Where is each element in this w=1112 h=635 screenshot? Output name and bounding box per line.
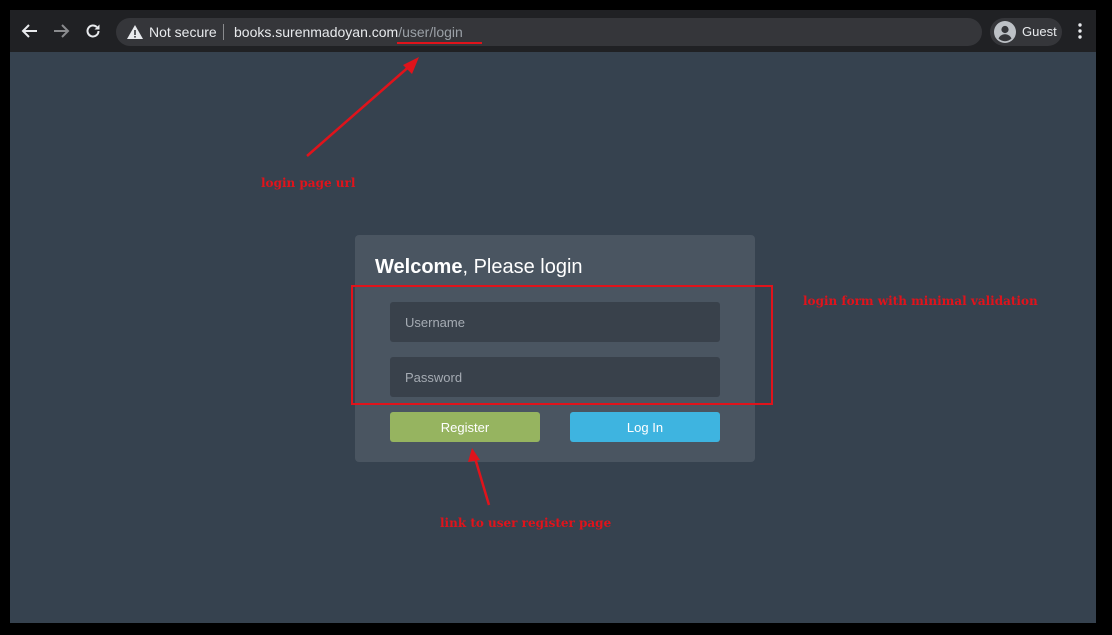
login-title-bold: Welcome [375,256,463,278]
forward-arrow-icon [54,24,70,38]
password-input[interactable] [390,357,720,397]
login-title-rest: , Please login [462,256,583,278]
reload-icon [86,24,100,38]
forward-button[interactable] [51,21,71,41]
register-annotation: link to user register page [440,516,612,530]
url-text[interactable]: books.surenmadoyan.com/user/login [234,24,463,40]
address-separator [223,24,224,40]
avatar-icon [994,21,1016,43]
url-annotation: login page url [261,176,356,190]
register-button[interactable]: Register [390,412,540,442]
back-button[interactable] [20,21,40,41]
security-status[interactable]: Not secure [149,24,217,40]
login-button[interactable]: Log In [570,412,720,442]
warning-icon [127,25,143,39]
profile-label: Guest [1022,24,1057,39]
address-bar[interactable]: Not secure books.surenmadoyan.com/user/l… [116,18,982,46]
more-vert-icon [1078,23,1082,39]
url-path: /user/login [398,24,463,40]
login-card: Welcome, Please login Register Log In [355,235,755,462]
url-host: books.surenmadoyan.com [234,24,399,40]
reload-button[interactable] [83,21,103,41]
username-input[interactable] [390,302,720,342]
back-arrow-icon [21,24,37,38]
profile-button[interactable]: Guest [990,18,1062,46]
browser-menu-button[interactable] [1072,21,1088,41]
form-annotation: login form with minimal validation [803,294,1038,308]
browser-toolbar: Not secure books.surenmadoyan.com/user/l… [10,10,1096,52]
login-title: Welcome, Please login [375,256,583,279]
